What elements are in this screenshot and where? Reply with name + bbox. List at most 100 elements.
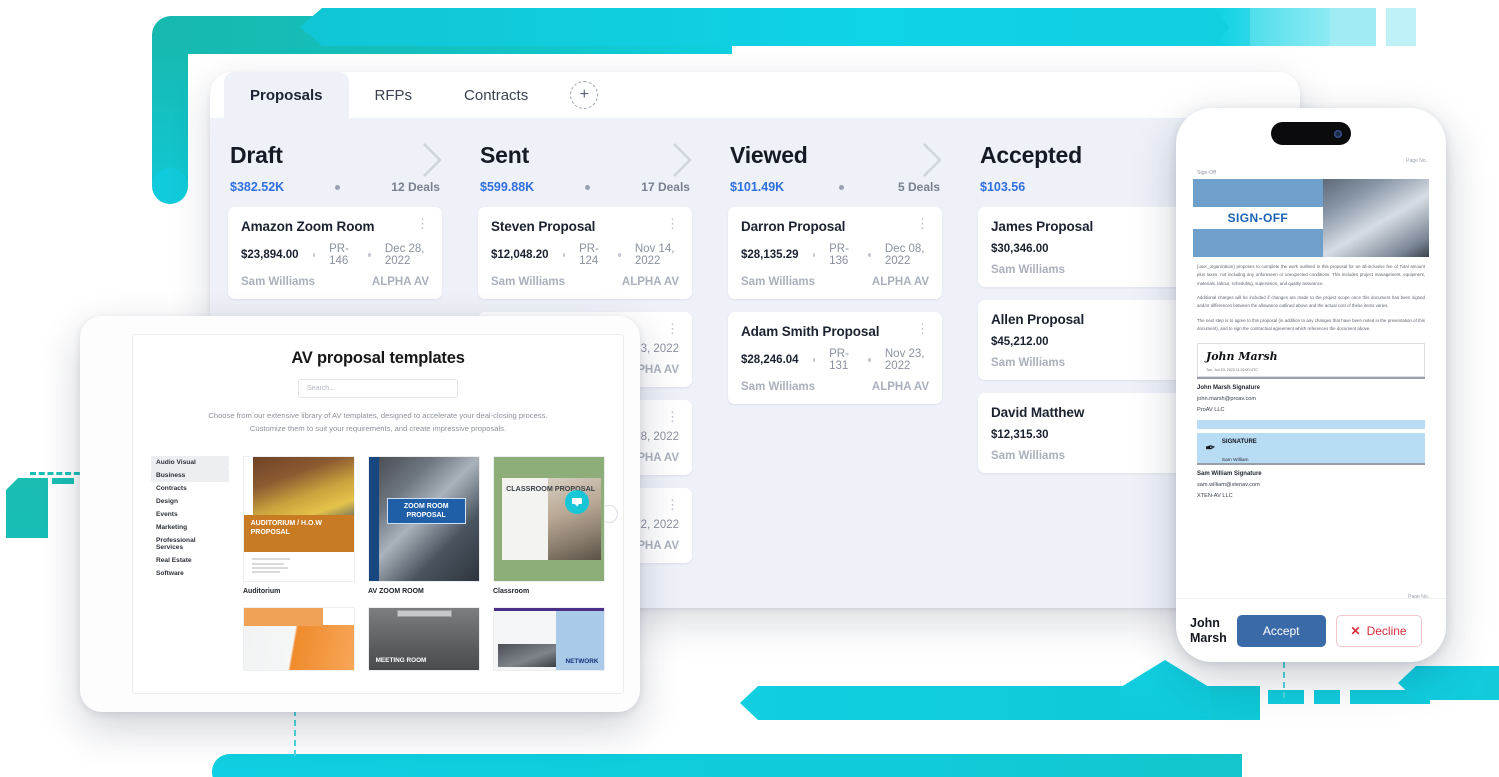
signature-request-block[interactable]: ✒ SIGNATURE Sam William — [1197, 432, 1425, 463]
signing-photo — [1322, 179, 1429, 257]
card-owner: Sam Williams — [991, 357, 1066, 369]
category-item-real-estate[interactable]: Real Estate — [151, 554, 229, 567]
proposal-card[interactable]: Steven Proposal ⋮ $12,048.20 PR-124 Nov … — [478, 207, 692, 299]
column-header: Accepted — [970, 142, 1200, 169]
separator-dot-icon — [618, 253, 621, 257]
plus-icon: + — [579, 86, 589, 103]
kebab-menu-icon[interactable]: ⋮ — [908, 322, 929, 335]
template-card-auditorium[interactable]: AUDITORIUM / H.O.W PROPOSAL Auditorium — [243, 455, 355, 595]
column-header: Draft — [220, 142, 450, 177]
teal-bracket-top-left-vertical — [152, 34, 188, 200]
column-deal-count: 12 Deals — [391, 180, 440, 194]
teal-arrow-bottom — [740, 686, 1260, 720]
hero-left-panel: SIGN-OFF — [1193, 179, 1323, 257]
column-deal-count: 5 Deals — [897, 180, 940, 194]
card-owner: Sam Williams — [991, 264, 1066, 276]
signature-timestamp: Tue, Jun 03, 2023 11:52:00 UTC — [1206, 367, 1258, 372]
template-card-classroom[interactable]: CLASSROOM PROPOSAL Classroom — [493, 455, 605, 595]
teal-bar-bottom-left — [212, 754, 1242, 777]
chevron-right-icon[interactable] — [668, 138, 698, 182]
category-item-software[interactable]: Software — [151, 567, 229, 580]
decline-button[interactable]: ✕ Decline — [1335, 614, 1422, 647]
column-title: Draft — [230, 142, 283, 168]
template-card-meeting-room[interactable]: MEETING ROOM — [368, 606, 480, 671]
category-item-events[interactable]: Events — [151, 508, 229, 521]
teal-chevron-top-right — [1215, 8, 1335, 46]
column-meta: $103.56 — [970, 180, 1200, 194]
signature-company: XTEN-AV LLC — [1197, 492, 1233, 499]
kebab-menu-icon[interactable]: ⋮ — [658, 498, 679, 511]
teal-dash-bottom-2 — [1314, 690, 1340, 704]
proposal-card[interactable]: David Matthew $12,315.30 Sam Williams — [978, 393, 1192, 473]
tab-proposals[interactable]: Proposals — [224, 72, 349, 118]
signature-company: ProAV LLC — [1197, 406, 1225, 413]
template-grid: AUDITORIUM / H.O.W PROPOSAL Auditorium Z… — [243, 455, 605, 671]
card-title: David Matthew — [991, 405, 1085, 420]
kebab-menu-icon[interactable]: ⋮ — [908, 217, 929, 230]
orange-room-photo — [244, 625, 354, 670]
tab-bar: Proposals RFPs Contracts + — [210, 72, 1300, 118]
template-thumbnail: NETWORK — [493, 606, 605, 671]
kanban-column-accepted: Accepted $103.56 James Proposal $30,346.… — [960, 142, 1210, 608]
template-card-network[interactable]: NETWORK — [493, 606, 605, 671]
separator-dot-icon — [368, 253, 371, 257]
card-amount: $28,135.29 — [741, 249, 799, 261]
add-tab-button[interactable]: + — [570, 81, 599, 109]
proposal-card[interactable]: Adam Smith Proposal ⋮ $28,246.04 PR-131 … — [728, 312, 942, 404]
category-item-design[interactable]: Design — [151, 495, 229, 508]
column-title: Sent — [480, 142, 530, 168]
template-thumbnail — [243, 606, 355, 671]
separator-dot-icon — [868, 358, 871, 362]
column-amount: $599.88K — [480, 180, 535, 194]
zoom-room-sidebar — [369, 456, 379, 581]
gallery-title: AV proposal templates — [291, 349, 465, 367]
category-item-professional-services[interactable]: Professional Services — [151, 534, 229, 554]
tab-proposals-label: Proposals — [250, 86, 323, 104]
column-deal-count: 17 Deals — [641, 180, 690, 194]
chevron-right-icon[interactable] — [418, 138, 448, 182]
card-org: ALPHA AV — [871, 381, 929, 393]
tablet-device: AV proposal templates Search... Choose f… — [80, 316, 640, 712]
card-amount: $45,212.00 — [991, 336, 1049, 348]
proposal-card[interactable]: Amazon Zoom Room ⋮ $23,894.00 PR-146 Dec… — [228, 207, 442, 299]
tab-rfps[interactable]: RFPs — [349, 72, 439, 118]
teal-bar-top — [300, 8, 1250, 46]
template-gallery-screen: AV proposal templates Search... Choose f… — [132, 334, 624, 694]
signature-label: Sam William Signature — [1197, 470, 1262, 477]
card-date: Nov 23, 2022 — [884, 348, 925, 372]
template-search-input[interactable]: Search... — [298, 379, 458, 398]
proposal-card[interactable]: James Proposal $30,346.00 Sam Williams — [978, 207, 1192, 287]
tab-contracts[interactable]: Contracts — [438, 72, 554, 118]
proposal-document-view[interactable]: Page No. Sign-Off SIGN-OFF {user_organiz… — [1185, 154, 1437, 606]
card-amount: $12,315.30 — [991, 429, 1049, 441]
chevron-right-icon[interactable] — [918, 138, 948, 182]
thumbnail-text: ZOOM ROOM PROPOSAL — [386, 497, 466, 524]
search-placeholder-text: Search... — [307, 385, 336, 392]
accept-button-label: Accept — [1262, 623, 1300, 638]
category-item-audio-visual[interactable]: Audio Visual — [151, 455, 229, 469]
separator-dot-icon — [838, 184, 844, 190]
category-item-contracts[interactable]: Contracts — [151, 482, 229, 495]
separator-dot-icon — [812, 253, 816, 257]
proposal-card[interactable]: Allen Proposal $45,212.00 Sam Williams — [978, 300, 1192, 380]
template-thumbnail: CLASSROOM PROPOSAL — [493, 455, 605, 582]
template-card-av-zoom-room[interactable]: ZOOM ROOM PROPOSAL AV ZOOM ROOM — [368, 455, 480, 595]
separator-dot-icon — [312, 253, 316, 257]
kebab-menu-icon[interactable]: ⋮ — [408, 217, 429, 230]
category-item-marketing[interactable]: Marketing — [151, 521, 229, 534]
template-card-orange[interactable] — [243, 606, 355, 671]
card-org: ALPHA AV — [871, 276, 929, 288]
kebab-menu-icon[interactable]: ⋮ — [658, 410, 679, 423]
accept-button[interactable]: Accept — [1236, 614, 1326, 647]
category-item-business[interactable]: Business — [151, 468, 229, 482]
separator-dot-icon — [868, 253, 871, 257]
teal-cap-bottom-left — [212, 754, 248, 777]
page-number-top: Page No. — [1406, 158, 1427, 164]
camera-icon — [1334, 129, 1342, 138]
phone-device: Page No. Sign-Off SIGN-OFF {user_organiz… — [1176, 108, 1446, 662]
proposal-card[interactable]: Darron Proposal ⋮ $28,135.29 PR-136 Dec … — [728, 207, 942, 299]
kebab-menu-icon[interactable]: ⋮ — [658, 217, 679, 230]
card-title: Amazon Zoom Room — [241, 219, 375, 234]
document-paragraph: The next step is to agree to this propos… — [1197, 317, 1425, 332]
kebab-menu-icon[interactable]: ⋮ — [658, 322, 679, 335]
